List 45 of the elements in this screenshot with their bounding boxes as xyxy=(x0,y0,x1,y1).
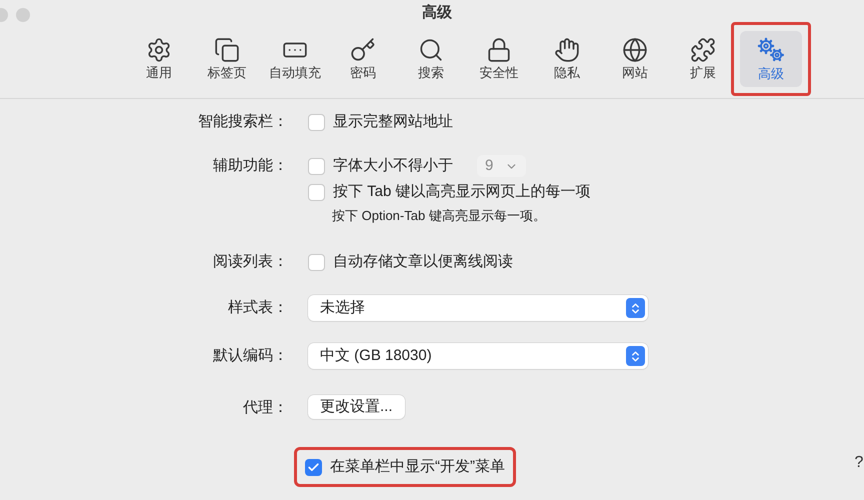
toolbar-tab[interactable]: 高级 xyxy=(740,31,802,87)
setting-label: 智能搜索栏： xyxy=(198,112,288,132)
change-settings-button[interactable]: 更改设置... xyxy=(308,395,405,419)
stacked-pages-icon xyxy=(214,37,240,63)
setting-label: 辅助功能： xyxy=(213,156,288,176)
stepper-icon xyxy=(626,298,645,318)
setting-label: 阅读列表： xyxy=(213,252,288,272)
checkbox[interactable] xyxy=(308,254,325,270)
minimize-window-button[interactable] xyxy=(16,8,30,22)
dropdown[interactable]: 未选择 xyxy=(308,295,648,321)
checkbox[interactable] xyxy=(305,458,322,476)
globe-icon xyxy=(622,37,648,63)
help-button[interactable]: ? xyxy=(854,452,864,474)
toolbar-tab[interactable]: 密码 xyxy=(332,31,394,87)
toolbar-tab[interactable]: 标签页 xyxy=(196,31,258,87)
checkbox[interactable] xyxy=(308,158,325,174)
checkbox[interactable] xyxy=(308,184,325,200)
toolbar-tab[interactable]: 安全性 xyxy=(468,31,530,87)
checkbox[interactable] xyxy=(308,114,325,130)
lock-icon xyxy=(486,37,512,63)
toolbar-tab[interactable]: 隐私 xyxy=(536,31,598,87)
checkbox-label: 显示完整网站地址 xyxy=(333,112,453,132)
setting-label: 默认编码： xyxy=(213,346,288,366)
checkbox-label: 在菜单栏中显示“开发”菜单 xyxy=(330,456,505,477)
stepper-icon xyxy=(626,346,645,366)
hint-text: 按下 Option-Tab 键高亮显示每一项。 xyxy=(331,207,547,225)
checkbox-label: 按下 Tab 键以高亮显示网页上的每一项 xyxy=(333,182,591,202)
check-icon xyxy=(307,460,320,474)
toolbar-tab[interactable]: 网站 xyxy=(604,31,666,87)
toolbar-tab[interactable]: 搜索 xyxy=(400,31,462,87)
puzzle-icon xyxy=(690,37,716,63)
window-title: 高级 xyxy=(422,2,452,23)
checkbox-label: 字体大小不得小于 xyxy=(333,156,453,176)
setting-label: 样式表： xyxy=(228,298,288,318)
setting-label: 代理： xyxy=(243,398,288,418)
dropdown[interactable]: 中文 (GB 18030) xyxy=(308,343,648,369)
gears-icon xyxy=(755,36,787,64)
toolbar-tab[interactable]: 通用 xyxy=(128,31,190,87)
checkbox-label: 自动存储文章以便离线阅读 xyxy=(333,252,513,272)
toolbar-tab[interactable]: 扩展 xyxy=(672,31,734,87)
toolbar-tab[interactable]: 自动填充 xyxy=(264,31,326,87)
gear-icon xyxy=(146,37,172,63)
hand-icon xyxy=(554,37,580,63)
key-icon xyxy=(350,37,376,63)
search-icon xyxy=(418,37,444,63)
